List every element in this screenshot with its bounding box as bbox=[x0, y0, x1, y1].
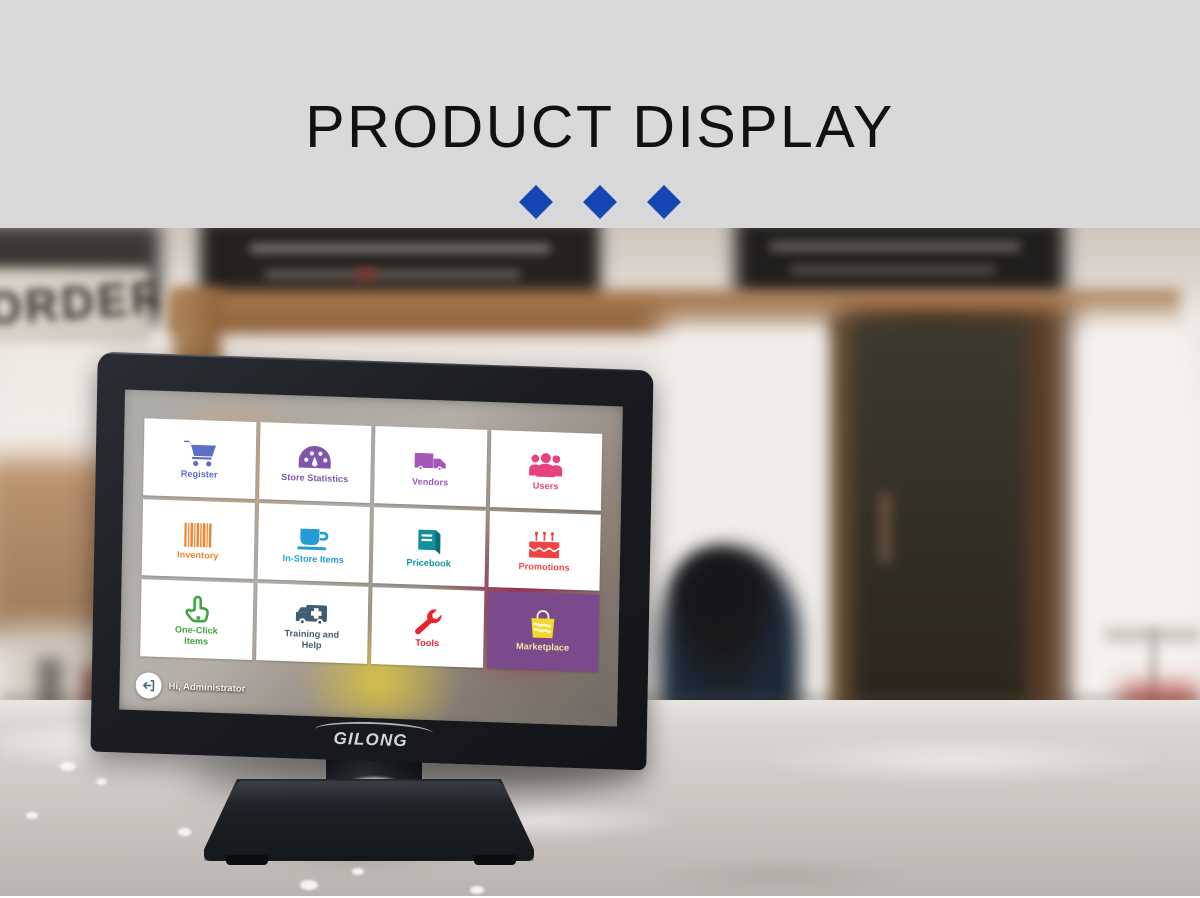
tile-training-and-help[interactable]: Training and Help bbox=[255, 583, 369, 664]
counter-crumb bbox=[60, 762, 76, 771]
tile-vendors[interactable]: Vendors bbox=[374, 426, 487, 507]
counter-crumb bbox=[470, 886, 484, 894]
chalk-accent-blur bbox=[355, 268, 377, 280]
pointing-hand-icon bbox=[177, 593, 218, 624]
logout-arrow-icon[interactable] bbox=[135, 672, 162, 699]
delivery-truck-icon bbox=[410, 444, 451, 475]
order-here-sign-text: ORDER HERE bbox=[0, 270, 158, 335]
users-group-icon bbox=[526, 448, 567, 479]
chalk-text-blur bbox=[250, 244, 550, 253]
stand-foot bbox=[474, 855, 516, 865]
book-icon bbox=[409, 525, 450, 556]
tile-label: Promotions bbox=[518, 560, 570, 573]
brand-name: GILONG bbox=[333, 728, 409, 751]
barcode-icon bbox=[178, 517, 219, 548]
chalk-text-blur bbox=[790, 266, 995, 274]
tile-label: Pricebook bbox=[406, 556, 451, 569]
tile-pricebook[interactable]: Pricebook bbox=[372, 506, 486, 588]
person-head-silhouette bbox=[675, 550, 757, 630]
chalk-text-blur bbox=[770, 242, 1020, 251]
tile-label: In-Store Items bbox=[282, 552, 344, 565]
tile-register[interactable]: Register bbox=[143, 418, 256, 499]
pos-screen[interactable]: Register Store Statistics Vendors Users … bbox=[119, 389, 623, 727]
diamond-icon bbox=[519, 185, 553, 219]
pos-status-bar: Hi, Administrator bbox=[135, 672, 245, 702]
greeting-text: Hi, Administrator bbox=[168, 680, 246, 695]
wall-panel-right bbox=[1070, 308, 1200, 728]
coffee-cup-icon bbox=[293, 521, 334, 552]
pos-terminal: GILONG Register Store Statistics Vendors… bbox=[86, 351, 656, 881]
chalk-text-blur bbox=[265, 270, 520, 279]
counter-crumb bbox=[300, 880, 318, 890]
tile-marketplace[interactable]: Marketplace bbox=[486, 591, 600, 672]
shopping-bag-icon bbox=[523, 610, 564, 641]
page-title: PRODUCT DISPLAY bbox=[305, 94, 895, 160]
brand-logo: GILONG bbox=[301, 720, 441, 755]
tile-tools[interactable]: Tools bbox=[371, 587, 484, 668]
shopping-cart-icon bbox=[179, 437, 220, 468]
header-band: PRODUCT DISPLAY bbox=[0, 0, 1200, 228]
tile-label: Users bbox=[532, 480, 559, 492]
tile-label: Vendors bbox=[411, 476, 449, 488]
tile-in-store-items[interactable]: In-Store Items bbox=[257, 502, 370, 584]
tile-label: Store Statistics bbox=[281, 471, 349, 485]
gauge-icon bbox=[295, 440, 336, 471]
tile-one-click-items[interactable]: One-Click Items bbox=[140, 579, 254, 660]
pos-tile-grid: Register Store Statistics Vendors Users … bbox=[140, 418, 603, 672]
stand-base-sheen bbox=[218, 781, 520, 803]
tile-label: Marketplace bbox=[516, 641, 570, 654]
product-photo-scene: ORDER HERE bbox=[0, 228, 1200, 898]
tile-store-statistics[interactable]: Store Statistics bbox=[258, 422, 372, 503]
diamond-icon bbox=[583, 185, 617, 219]
door-handle bbox=[880, 493, 890, 563]
tile-label: Register bbox=[180, 468, 218, 480]
counter-crumb bbox=[26, 812, 38, 819]
tile-promotions[interactable]: Promotions bbox=[487, 510, 601, 592]
diamond-icon bbox=[647, 185, 681, 219]
tile-label: One-Click Items bbox=[174, 624, 218, 647]
tile-users[interactable]: Users bbox=[489, 430, 603, 511]
tile-label: Training and Help bbox=[284, 628, 340, 651]
doorway-dark bbox=[852, 320, 1027, 730]
tile-label: Inventory bbox=[176, 549, 219, 561]
stand-foot bbox=[226, 855, 268, 865]
tile-inventory[interactable]: Inventory bbox=[141, 498, 255, 580]
diamond-divider bbox=[0, 185, 1200, 219]
tile-label: Tools bbox=[415, 637, 440, 649]
ambulance-icon bbox=[292, 597, 333, 628]
birthday-cake-icon bbox=[524, 529, 565, 560]
wrench-icon bbox=[407, 606, 448, 637]
